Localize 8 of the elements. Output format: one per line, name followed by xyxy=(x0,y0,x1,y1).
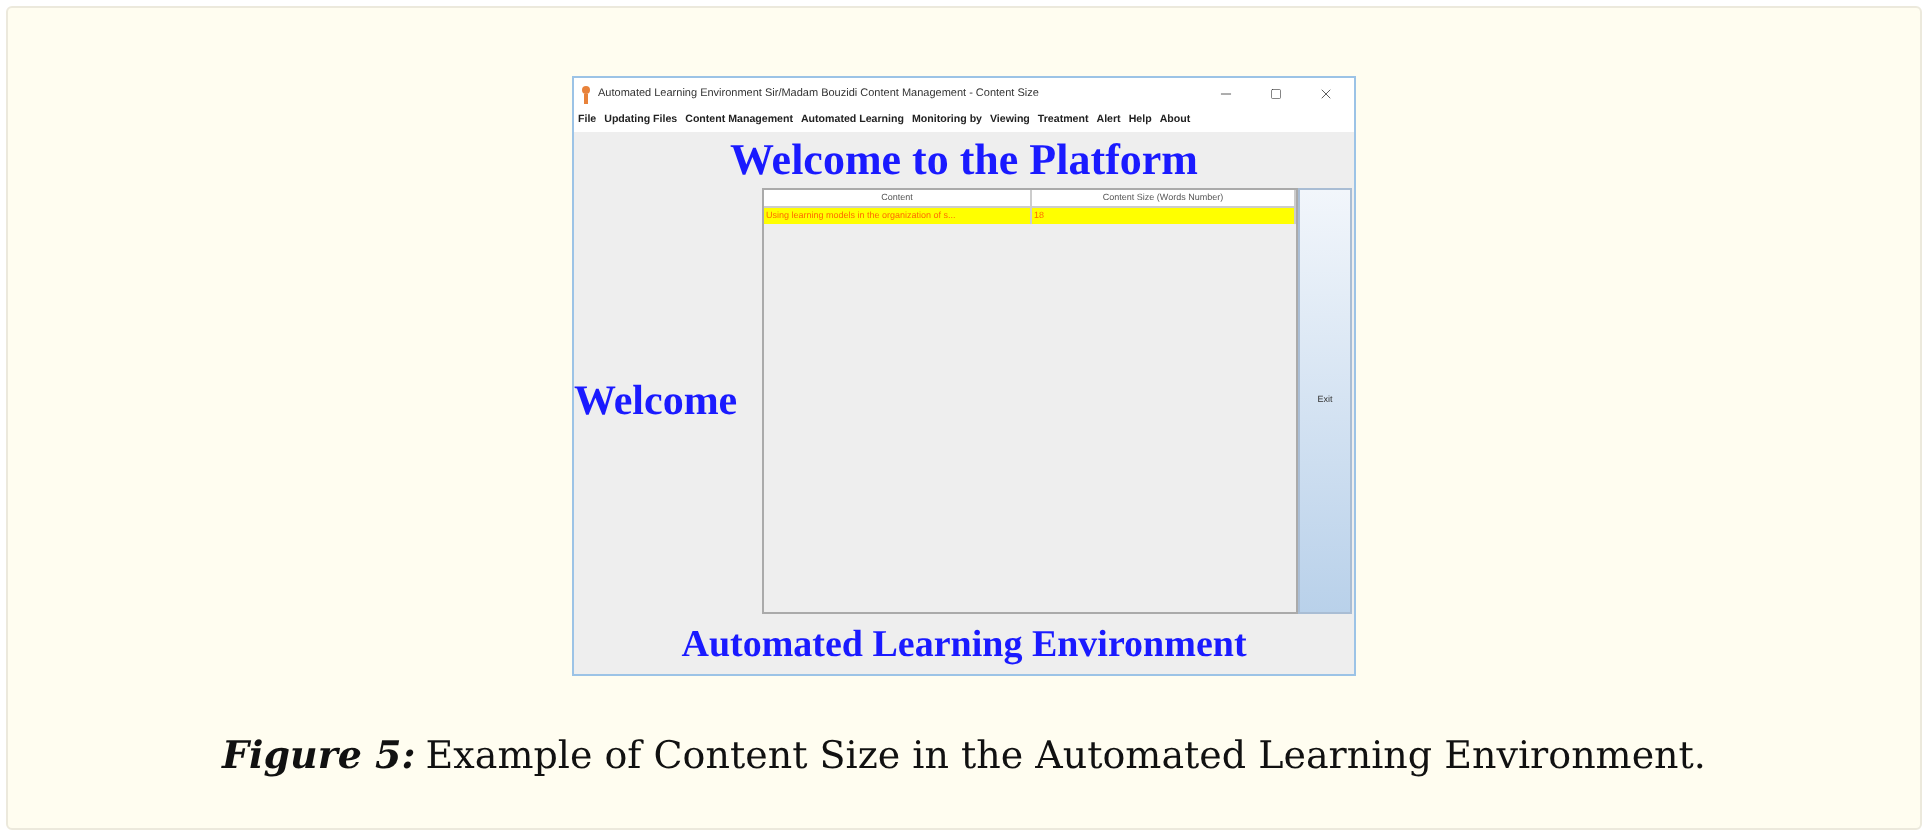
maximize-icon xyxy=(1270,88,1282,100)
welcome-heading: Welcome to the Platform xyxy=(730,138,1198,182)
figure-label: Figure 5: xyxy=(222,732,416,782)
figure-caption: Example of Content Size in the Automated Learning Environment. xyxy=(425,732,1706,782)
footer-title: Automated Learning Environment xyxy=(681,625,1247,663)
welcome-label: Welcome xyxy=(574,380,738,422)
person-icon xyxy=(580,85,592,103)
close-icon xyxy=(1318,86,1334,102)
